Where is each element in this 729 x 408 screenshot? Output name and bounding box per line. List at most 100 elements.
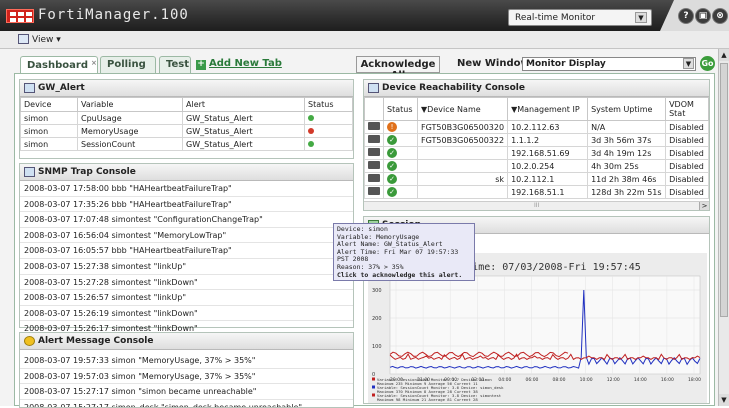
device-reachability-header: Device Reachability Console xyxy=(364,80,709,97)
list-item: 2008-03-07 17:35:26 bbb "HAHeartbeatFail… xyxy=(20,197,353,213)
help-icon[interactable]: ? xyxy=(678,8,694,24)
x-tick-label: 16:00 xyxy=(661,377,674,383)
close-icon[interactable]: × xyxy=(91,59,97,67)
add-new-tab-label: Add New Tab xyxy=(209,58,282,69)
table-row[interactable]: ✓ 192.168.51.1 128d 3h 22m 51s Disabled xyxy=(364,185,709,199)
list-item: 2008-03-07 19:57:03 simon "MemoryUsage, … xyxy=(20,369,353,385)
tooltip-line: Alert Time: Fri Mar 07 19:57:33 PST 2008 xyxy=(337,247,459,264)
menu-bar: View ▾ xyxy=(0,31,729,49)
vdom-cell: Disabled xyxy=(665,172,709,186)
table-row[interactable]: simon SessionCount GW_Status_Alert xyxy=(20,137,353,151)
list-item: 2008-03-07 15:27:28 simontest "linkDown" xyxy=(20,275,353,291)
column-header[interactable]: VDOM Stat xyxy=(665,97,709,121)
view-icon xyxy=(18,34,29,44)
legend-stats: Maximum 98 Minimum 21 Average 81 Current… xyxy=(377,397,478,402)
main-content: Dashboard × Polling Test + Add New Tab Ack… xyxy=(0,49,729,408)
new-window-value: Monitor Display xyxy=(526,59,606,69)
new-window-select[interactable]: Monitor Display ▼ xyxy=(522,57,696,71)
snmp-trap-widget: SNMP Trap Console 2008-03-07 17:58:00 bb… xyxy=(19,163,354,337)
gw-alert-widget: GW_Alert Device Variable Alert Status si… xyxy=(19,79,354,159)
column-header[interactable]: System Uptime xyxy=(587,97,667,121)
y-tick-label: 100 xyxy=(372,344,382,350)
scroll-right-icon[interactable]: > xyxy=(699,202,709,210)
scroll-grip: III xyxy=(534,202,540,209)
column-header xyxy=(364,97,384,121)
status-cell: ! xyxy=(383,120,418,134)
console-icon xyxy=(24,167,35,177)
logout-icon[interactable]: ⊗ xyxy=(712,8,728,24)
alert-tooltip[interactable]: Device: simon Variable: MemoryUsage Aler… xyxy=(333,223,475,281)
table-row[interactable]: ✓ 192.168.51.69 3d 4h 19m 12s Disabled xyxy=(364,146,709,160)
column-header[interactable]: Status xyxy=(383,97,418,121)
vdom-cell: Disabled xyxy=(665,120,709,134)
column-header[interactable]: ▼Device Name xyxy=(416,97,509,121)
list-item: 2008-03-07 15:27:17 simon "simon became … xyxy=(20,384,353,400)
app-name: FortiManager.100 xyxy=(38,7,189,23)
status-ok-icon[interactable] xyxy=(308,114,314,121)
status-cell[interactable] xyxy=(304,111,353,125)
alert-cell: GW_Status_Alert xyxy=(182,137,305,151)
status-cell[interactable] xyxy=(304,137,353,151)
x-tick-label: 10:00 xyxy=(580,377,593,383)
uptime-cell: 4h 30m 25s xyxy=(587,159,667,173)
column-header[interactable]: ▼Management IP xyxy=(507,97,589,121)
device-cell: simon xyxy=(20,124,78,138)
x-tick-label: 12:00 xyxy=(607,377,620,383)
alert-widget-icon xyxy=(24,83,35,93)
top-banner: FortiManager.100 Real-time Monitor ▼ ? ▣… xyxy=(0,0,729,31)
device-name-cell: FGT50B3G06500320 xyxy=(416,120,509,134)
table-row[interactable]: simon MemoryUsage GW_Status_Alert xyxy=(20,124,353,138)
table-row[interactable]: ✓ FGT50B3G06500322 1.1.1.2 3d 3h 56m 37s… xyxy=(364,133,709,147)
column-header[interactable]: Variable xyxy=(77,97,183,112)
status-ok-icon[interactable] xyxy=(308,140,314,147)
page-scrollbar[interactable]: ▲ ▼ xyxy=(718,49,729,406)
monitor-mode-select[interactable]: Real-time Monitor ▼ xyxy=(508,9,652,26)
status-cell[interactable] xyxy=(304,124,353,138)
table-row[interactable]: simon CpuUsage GW_Status_Alert xyxy=(20,111,353,125)
monitor-mode-value: Real-time Monitor xyxy=(515,13,596,23)
status-alert-icon[interactable] xyxy=(308,127,314,134)
device-type-cell xyxy=(364,133,384,147)
snmp-trap-header: SNMP Trap Console xyxy=(20,164,353,181)
scroll-up-icon[interactable]: ▲ xyxy=(719,49,729,61)
tab-dashboard[interactable]: Dashboard × xyxy=(20,56,98,73)
uptime-cell: 11d 2h 38m 46s xyxy=(587,172,667,186)
y-tick-label: 200 xyxy=(372,316,382,322)
column-header[interactable]: Status xyxy=(304,97,353,112)
header-button-area: ? ▣ ⊗ xyxy=(660,0,729,31)
alert-cell: GW_Status_Alert xyxy=(182,124,305,138)
table-header-row: Status ▼Device Name ▼Management IP Syste… xyxy=(364,97,709,121)
horizontal-scrollbar[interactable]: III > xyxy=(364,201,709,210)
table-row[interactable]: ! FGT50B3G06500320 10.2.112.63 N/A Disab… xyxy=(364,120,709,134)
status-ok-icon: ✓ xyxy=(387,161,397,171)
warning-icon xyxy=(24,336,35,346)
plot-area xyxy=(389,275,701,375)
tab-test[interactable]: Test xyxy=(159,56,191,73)
x-tick-label: 18:00 xyxy=(688,377,701,383)
status-cell: ✓ xyxy=(383,159,418,173)
add-new-tab-link[interactable]: + Add New Tab xyxy=(196,58,282,70)
column-header[interactable]: Alert xyxy=(182,97,305,112)
gw-alert-header: GW_Alert xyxy=(20,80,353,97)
status-warning-icon: ! xyxy=(387,122,397,132)
view-menu[interactable]: View ▾ xyxy=(18,34,61,45)
ip-cell: 10.2.0.254 xyxy=(507,159,589,173)
dashboard-panel: GW_Alert Device Variable Alert Status si… xyxy=(14,73,715,408)
restore-icon[interactable]: ▣ xyxy=(695,8,711,24)
legend-swatch xyxy=(372,393,375,397)
device-icon xyxy=(368,187,380,195)
table-header-row: Device Variable Alert Status xyxy=(20,97,353,112)
table-row[interactable]: ✓ sk 10.2.112.1 11d 2h 38m 46s Disabled xyxy=(364,172,709,186)
y-tick-label: 300 xyxy=(372,288,382,294)
column-header[interactable]: Device xyxy=(20,97,78,112)
scroll-thumb[interactable] xyxy=(720,63,728,317)
scroll-down-icon[interactable]: ▼ xyxy=(719,394,729,406)
device-icon xyxy=(368,135,380,143)
tab-dashboard-label: Dashboard xyxy=(27,60,88,71)
device-type-cell xyxy=(364,159,384,173)
table-row[interactable]: ✓ 10.2.0.254 4h 30m 25s Disabled xyxy=(364,159,709,173)
acknowledge-all-button[interactable]: Acknowledge All xyxy=(356,56,440,81)
alert-cell: GW_Status_Alert xyxy=(182,111,305,125)
go-button[interactable]: Go xyxy=(700,56,715,71)
tab-polling[interactable]: Polling xyxy=(100,56,156,73)
